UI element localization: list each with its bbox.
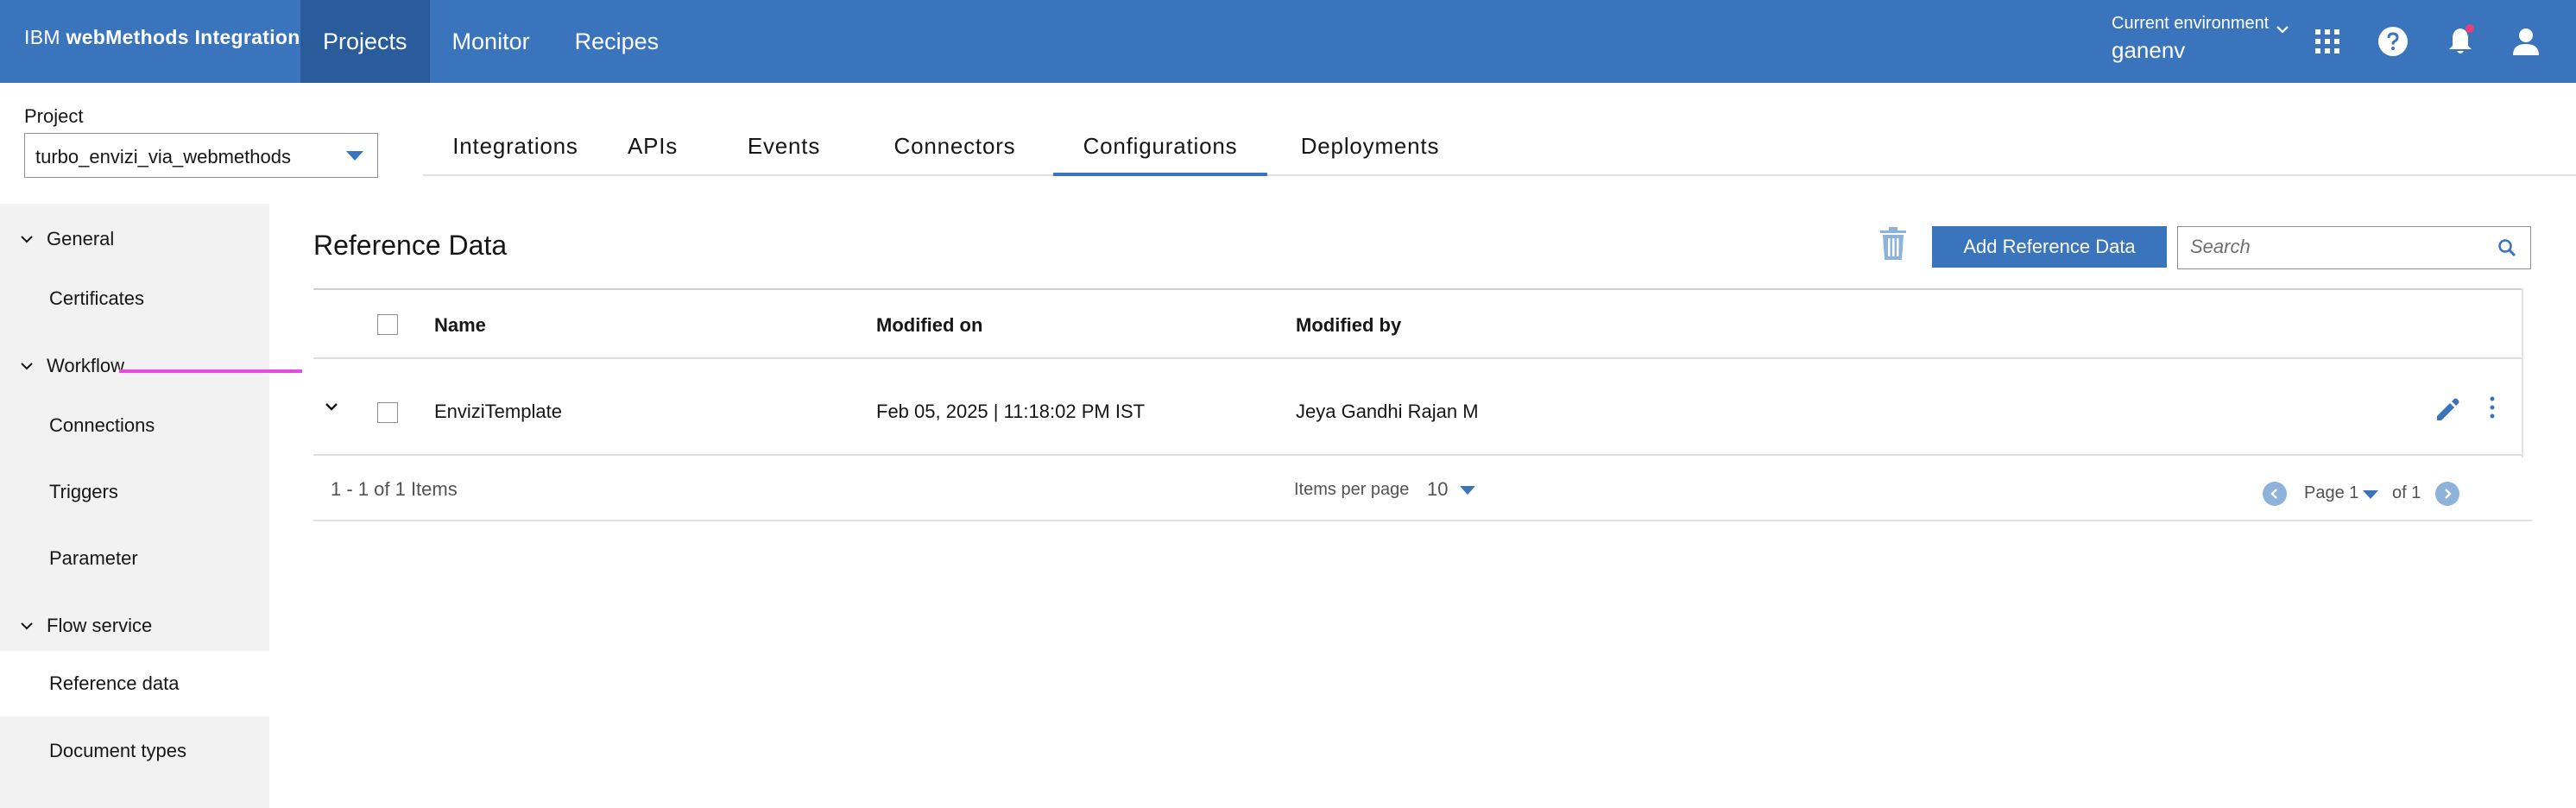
chevron-down-icon[interactable] bbox=[322, 397, 341, 416]
project-dropdown[interactable]: turbo_envizi_via_webmethods bbox=[24, 133, 378, 178]
product-logo[interactable]: IBM webMethods Integration bbox=[24, 26, 300, 49]
chevron-down-icon bbox=[21, 622, 33, 630]
environment-label: Current environment bbox=[2112, 14, 2270, 33]
sidebar-group-label: Flow service bbox=[47, 615, 153, 636]
nav-recipes[interactable]: Recipes bbox=[552, 0, 682, 83]
project-selected-value: turbo_envizi_via_webmethods bbox=[35, 146, 291, 167]
notification-icon[interactable] bbox=[2440, 21, 2481, 62]
previous-page-button[interactable] bbox=[2263, 482, 2287, 506]
sidebar-group-flow-service[interactable]: Flow service bbox=[19, 615, 152, 637]
row-name-link[interactable]: EnviziTemplate bbox=[434, 401, 562, 423]
page-total: of 1 bbox=[2392, 483, 2421, 502]
search-input[interactable] bbox=[2178, 227, 2472, 267]
environment-value: ganenv bbox=[2112, 37, 2186, 63]
tab-apis[interactable]: APIs bbox=[608, 121, 698, 176]
sidebar-item-reference-data[interactable]: Reference data bbox=[0, 651, 269, 716]
next-page-button[interactable] bbox=[2435, 482, 2459, 506]
notification-badge bbox=[2466, 24, 2474, 33]
table-row[interactable]: EnviziTemplate Feb 05, 2025 | 11:18:02 P… bbox=[313, 359, 2523, 456]
environment-switcher[interactable]: Current environment ganenv bbox=[2112, 14, 2289, 64]
brand-prefix: IBM bbox=[24, 26, 60, 48]
nav-projects[interactable]: Projects bbox=[300, 0, 430, 83]
sidebar-group-workflow[interactable]: Workflow bbox=[19, 355, 124, 377]
help-icon[interactable] bbox=[2372, 21, 2414, 62]
top-navigation-bar: IBM webMethods Integration Projects Moni… bbox=[0, 0, 2576, 83]
chevron-down-icon bbox=[21, 236, 33, 243]
sidebar-item-certificates[interactable]: Certificates bbox=[0, 266, 269, 331]
column-header-name[interactable]: Name bbox=[434, 314, 486, 337]
tab-events[interactable]: Events bbox=[698, 121, 870, 176]
tab-deployments[interactable]: Deployments bbox=[1267, 121, 1473, 176]
project-label: Project bbox=[24, 105, 84, 127]
sidebar-item-document-types[interactable]: Document types bbox=[0, 718, 269, 784]
configurations-sidebar: General Certificates Workflow Connection… bbox=[0, 204, 269, 808]
page-title: Reference Data bbox=[313, 230, 508, 261]
row-checkbox[interactable] bbox=[377, 402, 398, 423]
add-reference-data-button[interactable]: Add Reference Data bbox=[1932, 226, 2167, 268]
brand-name: webMethods Integration bbox=[66, 26, 300, 48]
column-header-modified-by[interactable]: Modified by bbox=[1296, 314, 1401, 337]
edit-icon[interactable] bbox=[2434, 395, 2461, 423]
table-header: Name Modified on Modified by bbox=[313, 288, 2523, 359]
select-all-checkbox[interactable] bbox=[377, 314, 398, 335]
items-per-page-label: Items per page bbox=[1294, 480, 1410, 499]
caret-down-icon bbox=[346, 151, 363, 161]
sidebar-group-general[interactable]: General bbox=[19, 228, 114, 250]
chevron-right-icon bbox=[2445, 489, 2452, 499]
row-modified-on: Feb 05, 2025 | 11:18:02 PM IST bbox=[876, 401, 1146, 422]
row-highlight-underline bbox=[119, 369, 302, 373]
user-icon[interactable] bbox=[2505, 21, 2547, 62]
sidebar-group-label: General bbox=[47, 228, 115, 249]
project-tabs: Integrations APIs Events Connectors Conf… bbox=[423, 121, 2576, 176]
search-icon[interactable] bbox=[2497, 238, 2516, 257]
caret-down-icon[interactable] bbox=[1460, 486, 1475, 495]
overflow-menu-icon[interactable] bbox=[2487, 395, 2497, 421]
sidebar-group-label: Workflow bbox=[47, 355, 125, 376]
page-select[interactable]: Page 1 bbox=[2304, 483, 2358, 503]
column-header-modified-on[interactable]: Modified on bbox=[876, 314, 982, 337]
sidebar-item-parameter[interactable]: Parameter bbox=[0, 526, 269, 591]
main-nav: Projects Monitor Recipes bbox=[300, 0, 681, 83]
sidebar-item-connections[interactable]: Connections bbox=[0, 393, 269, 458]
chevron-down-icon bbox=[21, 363, 33, 370]
tab-configurations[interactable]: Configurations bbox=[1053, 121, 1267, 176]
tab-connectors[interactable]: Connectors bbox=[870, 121, 1039, 176]
nav-monitor[interactable]: Monitor bbox=[430, 0, 552, 83]
items-per-page-select[interactable]: 10 bbox=[1427, 478, 1448, 501]
row-modified-by: Jeya Gandhi Rajan M bbox=[1296, 401, 1479, 422]
caret-down-icon[interactable] bbox=[2363, 490, 2378, 499]
chevron-left-icon bbox=[2270, 489, 2277, 499]
items-count: 1 - 1 of 1 Items bbox=[331, 478, 458, 500]
pagination-bar: 1 - 1 of 1 Items Items per page 10 Page … bbox=[313, 458, 2532, 521]
app-switcher-icon[interactable] bbox=[2307, 21, 2348, 62]
chevron-down-icon bbox=[2276, 26, 2289, 34]
tab-integrations[interactable]: Integrations bbox=[423, 121, 608, 176]
trash-icon[interactable] bbox=[1878, 226, 1908, 261]
sidebar-item-triggers[interactable]: Triggers bbox=[0, 459, 269, 525]
table-scrollbar[interactable] bbox=[2522, 288, 2532, 458]
search-box bbox=[2177, 226, 2531, 269]
